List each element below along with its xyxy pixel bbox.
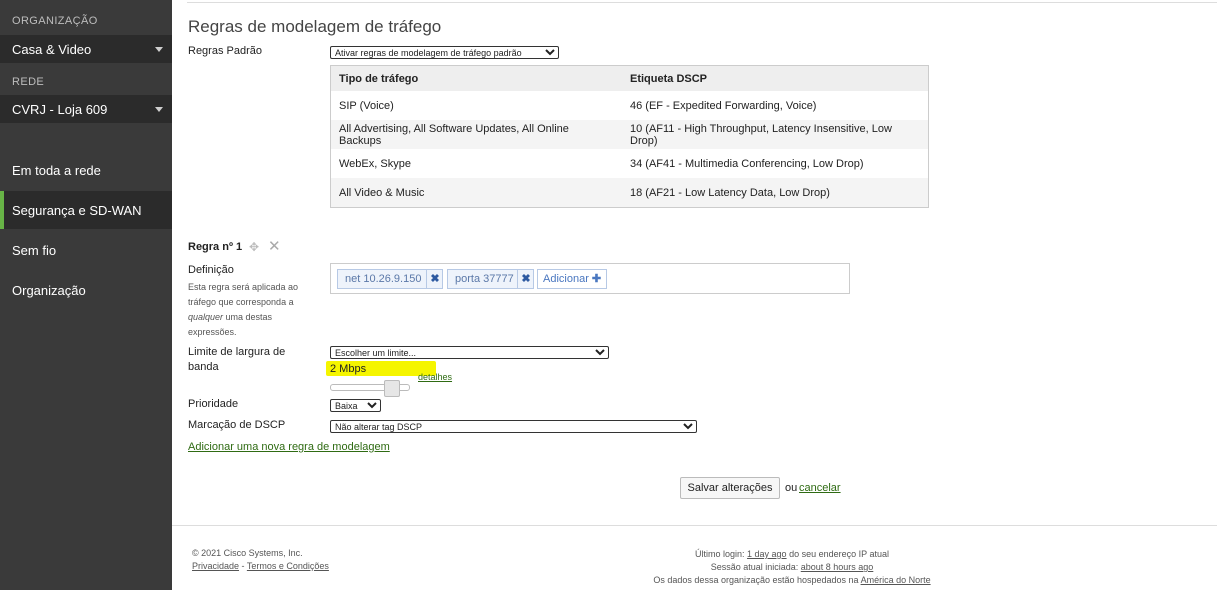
divider bbox=[172, 525, 1217, 526]
bandwidth-value: 2 Mbps bbox=[330, 363, 367, 375]
bandwidth-limit-select[interactable]: Escolher um limite... bbox=[330, 346, 609, 359]
table-cell: 34 (AF41 - Multimedia Conferencing, Low … bbox=[630, 157, 864, 170]
move-icon[interactable]: ✥ bbox=[249, 241, 261, 253]
copyright: © 2021 Cisco Systems, Inc. bbox=[192, 548, 303, 558]
add-rule-link[interactable]: Adicionar uma nova regra de modelagem bbox=[188, 441, 390, 453]
org-label: ORGANIZAÇÃO bbox=[12, 15, 98, 27]
table-row: WebEx, Skype 34 (AF41 - Multimedia Confe… bbox=[331, 149, 929, 178]
rule-title: Regra nº 1 bbox=[188, 241, 243, 253]
chip-label: porta 37777 bbox=[455, 273, 514, 285]
network-selector[interactable]: CVRJ - Loja 609 bbox=[0, 95, 172, 123]
expression-chip[interactable]: porta 37777 ✖ bbox=[447, 269, 534, 289]
table-row: All Advertising, All Software Updates, A… bbox=[330, 120, 929, 149]
details-link[interactable]: detalhes bbox=[418, 372, 452, 382]
sidebar-item-organization[interactable]: Organização bbox=[0, 271, 172, 309]
main-content: Regras de modelagem de tráfego Regras Pa… bbox=[172, 0, 1217, 590]
save-button[interactable]: Salvar alterações bbox=[680, 477, 780, 499]
sidebar-item-label: Segurança e SD-WAN bbox=[12, 203, 142, 218]
chip-label: net 10.26.9.150 bbox=[345, 273, 422, 285]
plus-icon: ✚ bbox=[591, 273, 602, 285]
org-selector-value: Casa & Video bbox=[12, 42, 92, 57]
sidebar-item-network-wide[interactable]: Em toda a rede bbox=[0, 151, 172, 189]
table-header: Tipo de tráfego bbox=[330, 65, 622, 91]
table-header: Etiqueta DSCP bbox=[622, 65, 929, 91]
session-value[interactable]: about 8 hours ago bbox=[801, 562, 874, 572]
remove-chip-icon[interactable]: ✖ bbox=[517, 270, 534, 288]
bandwidth-label: Limite de largura de banda bbox=[188, 346, 286, 373]
divider bbox=[187, 2, 1217, 3]
priority-label: Prioridade bbox=[188, 398, 239, 410]
sidebar-item-security-sdwan[interactable]: Segurança e SD-WAN bbox=[0, 191, 172, 229]
table-cell: SIP (Voice) bbox=[339, 99, 394, 112]
remove-chip-icon[interactable]: ✖ bbox=[426, 270, 443, 288]
sidebar-item-label: Em toda a rede bbox=[12, 163, 101, 178]
sidebar-item-wireless[interactable]: Sem fio bbox=[0, 231, 172, 269]
table-cell: WebEx, Skype bbox=[339, 157, 411, 170]
definition-label: Definição bbox=[188, 264, 234, 276]
close-icon[interactable]: ✕ bbox=[268, 239, 281, 254]
caret-down-icon bbox=[155, 107, 163, 112]
expression-chip[interactable]: net 10.26.9.150 ✖ bbox=[337, 269, 443, 289]
sidebar-item-label: Organização bbox=[12, 283, 86, 298]
table-cell: 46 (EF - Expedited Forwarding, Voice) bbox=[630, 99, 817, 112]
sidebar-item-label: Sem fio bbox=[12, 243, 57, 258]
definition-note: Esta regra será aplicada ao tráfego que … bbox=[188, 282, 299, 337]
expression-box[interactable]: net 10.26.9.150 ✖ porta 37777 ✖ Adiciona… bbox=[330, 263, 850, 294]
privacy-link[interactable]: Privacidade bbox=[192, 561, 239, 571]
page-title: Regras de modelagem de tráfego bbox=[188, 17, 442, 36]
table-row: SIP (Voice) 46 (EF - Expedited Forwardin… bbox=[331, 91, 929, 120]
region-link[interactable]: América do Norte bbox=[861, 575, 931, 585]
slider-handle[interactable] bbox=[384, 380, 400, 397]
priority-select[interactable]: Baixa bbox=[330, 399, 381, 412]
footer-links: Privacidade - Termos e Condições bbox=[192, 561, 329, 571]
default-rules-select[interactable]: Ativar regras de modelagem de tráfego pa… bbox=[330, 46, 559, 59]
caret-down-icon bbox=[155, 47, 163, 52]
network-label: REDE bbox=[12, 76, 45, 88]
dscp-select[interactable]: Não alterar tag DSCP bbox=[330, 420, 697, 433]
last-login-value[interactable]: 1 day ago bbox=[747, 549, 787, 559]
default-rules-label: Regras Padrão bbox=[188, 45, 262, 57]
cancel-link[interactable]: cancelar bbox=[799, 482, 841, 494]
table-cell: All Video & Music bbox=[330, 178, 622, 208]
add-expression-button[interactable]: Adicionar ✚ bbox=[537, 269, 608, 289]
sidebar: ORGANIZAÇÃO Casa & Video REDE CVRJ - Loj… bbox=[0, 0, 172, 590]
org-selector[interactable]: Casa & Video bbox=[0, 35, 172, 63]
or-text: ou bbox=[785, 482, 798, 494]
table-cell: 10 (AF11 - High Throughput, Latency Inse… bbox=[622, 120, 929, 149]
terms-link[interactable]: Termos e Condições bbox=[247, 561, 329, 571]
table-cell: All Advertising, All Software Updates, A… bbox=[330, 120, 622, 149]
session-info: Último login: 1 day ago do seu endereço … bbox=[653, 549, 931, 585]
table-row: All Video & Music 18 (AF21 - Low Latency… bbox=[330, 178, 929, 208]
table-cell: 18 (AF21 - Low Latency Data, Low Drop) bbox=[622, 178, 929, 208]
dscp-label: Marcação de DSCP bbox=[188, 419, 286, 431]
network-selector-value: CVRJ - Loja 609 bbox=[12, 102, 108, 117]
default-rules-table: Tipo de tráfego Etiqueta DSCP SIP (Voice… bbox=[330, 65, 929, 208]
